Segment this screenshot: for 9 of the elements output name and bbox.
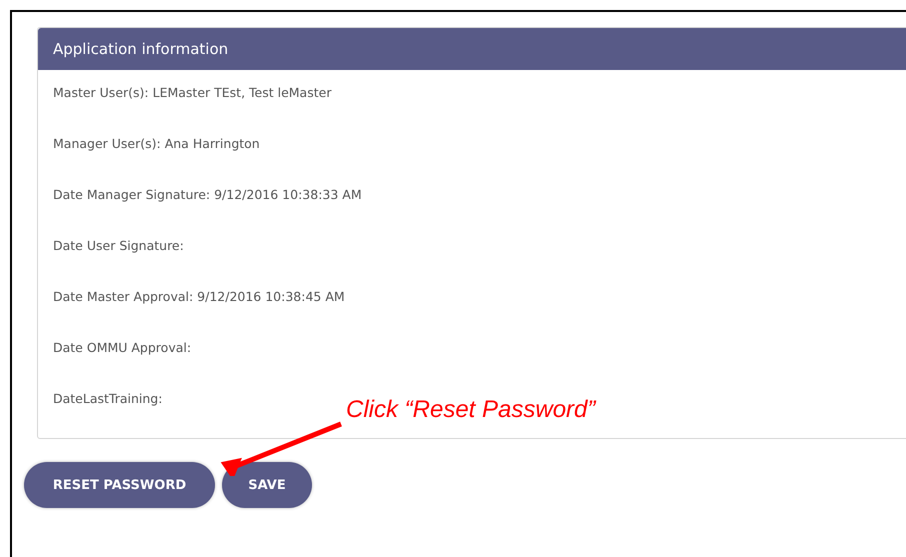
panel-title: Application information xyxy=(38,28,906,70)
info-field: Date User Signature: xyxy=(53,237,906,255)
reset-password-button[interactable]: RESET PASSWORD xyxy=(24,462,215,508)
info-field: Manager User(s): Ana Harrington xyxy=(53,135,906,153)
info-field: Date Manager Signature: 9/12/2016 10:38:33 AM xyxy=(53,186,906,204)
info-field: Master User(s): LEMaster TEst, Test leMaster xyxy=(53,84,906,102)
info-field: Date Master Approval: 9/12/2016 10:38:45 AM xyxy=(53,288,906,306)
save-button[interactable]: SAVE xyxy=(222,462,312,508)
info-field: Date OMMU Approval: xyxy=(53,339,906,357)
